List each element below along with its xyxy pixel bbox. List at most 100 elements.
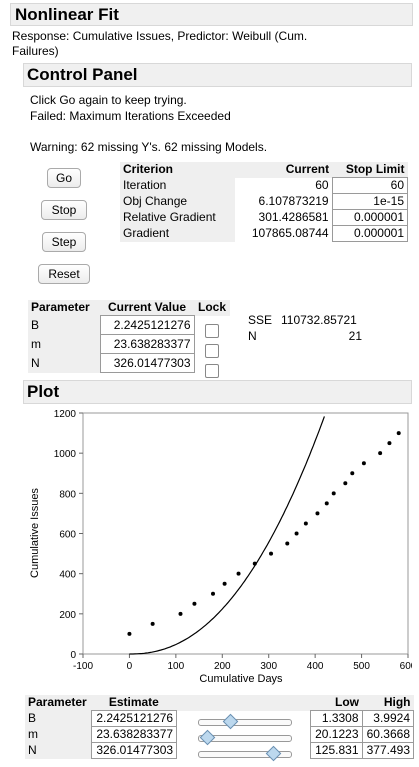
n-value: 21 (348, 329, 362, 343)
criterion-limit-input[interactable]: 1e-15 (331, 193, 409, 210)
parameter-table: Parameter Current Value Lock B 2.2425121… (28, 300, 230, 373)
go-button[interactable]: Go (47, 168, 81, 188)
criterion-limit-input[interactable]: 0.000001 (331, 225, 409, 242)
current-value-header: Current Value (100, 300, 194, 316)
criterion-limit-input[interactable]: 0.000001 (331, 209, 409, 226)
plot-title: Plot (27, 382, 60, 401)
parameter-value-input[interactable]: 23.638283377 (99, 334, 195, 354)
criterion-name: Relative Gradient (120, 209, 236, 226)
estimate-input[interactable]: 326.01477303 (90, 742, 178, 759)
parameter-name: N (28, 353, 100, 373)
data-point (269, 551, 274, 556)
data-point (343, 481, 348, 486)
x-tick-label: 0 (127, 661, 133, 672)
estimate-input[interactable]: 23.638283377 (90, 726, 178, 743)
table-row: Obj Change 6.107873219 1e-15 (120, 193, 409, 210)
y-tick-label: 600 (59, 530, 76, 541)
high-input[interactable]: 3.9924 (361, 710, 415, 727)
parameter-name: N (25, 742, 92, 759)
sse-value: 110732.85721 (281, 313, 357, 327)
criterion-current: 60 (315, 178, 329, 192)
y-tick-label: 1200 (54, 409, 77, 420)
lock-checkbox-n[interactable] (205, 364, 219, 378)
n-label: N (248, 329, 257, 343)
table-row: Gradient 107865.08744 0.000001 (120, 225, 409, 242)
data-point (127, 631, 132, 636)
low-input[interactable]: 125.831 (310, 742, 363, 759)
response-line-2: Failures) (12, 44, 59, 58)
parameter-name: m (25, 726, 92, 743)
data-point (303, 521, 308, 526)
estimate-slider[interactable] (198, 719, 292, 726)
data-point (315, 511, 320, 516)
data-point (387, 441, 392, 446)
status-message-2: Failed: Maximum Iterations Exceeded (30, 109, 231, 123)
y-tick-label: 400 (59, 570, 76, 581)
estimate-table: Parameter Estimate Low High B 2.24251212… (25, 695, 415, 759)
report-title-text: Nonlinear Fit (15, 5, 119, 24)
stop-button[interactable]: Stop (41, 200, 87, 220)
high-header: High (362, 695, 414, 711)
lock-checkbox-m[interactable] (205, 344, 219, 358)
table-row: Relative Gradient 301.4286581 0.000001 (120, 209, 409, 226)
data-point (178, 611, 183, 616)
data-point (331, 491, 336, 496)
x-tick-label: 500 (353, 661, 370, 672)
control-panel-header[interactable]: Control Panel (23, 63, 412, 87)
reset-button[interactable]: Reset (38, 264, 90, 284)
criterion-name: Iteration (120, 177, 236, 194)
data-point (378, 451, 383, 456)
data-point (396, 431, 401, 436)
data-point (211, 591, 215, 596)
table-row: N 326.01477303 (28, 353, 230, 373)
control-panel-title: Control Panel (27, 65, 138, 84)
data-point (294, 531, 299, 536)
response-line-1: Response: Cumulative Issues, Predictor: … (12, 29, 308, 43)
lock-checkbox-b[interactable] (205, 324, 219, 338)
current-header: Current (235, 162, 333, 178)
table-row: B 2.2425121276 (28, 315, 230, 335)
parameter-value-input[interactable]: 326.01477303 (99, 353, 195, 373)
parameter-header: Parameter (25, 695, 92, 711)
plot-header[interactable]: Plot (23, 380, 412, 404)
nonlinear-fit-plot: -100010020030040050060002004006008001000… (29, 409, 412, 685)
low-input[interactable]: 1.3308 (310, 710, 363, 727)
step-button[interactable]: Step (42, 232, 86, 252)
slider-header (176, 695, 311, 711)
table-row: Iteration 60 60 (120, 177, 409, 194)
data-point (350, 471, 355, 476)
plot-frame (82, 412, 409, 655)
y-tick-label: 0 (70, 650, 76, 661)
data-point (192, 601, 197, 606)
status-message-1: Click Go again to keep trying. (30, 93, 187, 107)
estimate-header: Estimate (91, 695, 177, 711)
x-tick-label: 300 (260, 661, 277, 672)
high-input[interactable]: 60.3668 (361, 726, 415, 743)
criterion-name: Obj Change (120, 193, 236, 210)
criterion-header: Criterion (120, 162, 236, 178)
x-tick-label: 400 (307, 661, 324, 672)
parameter-name: m (28, 334, 100, 354)
parameter-value-input[interactable]: 2.2425121276 (99, 315, 195, 335)
parameter-header: Parameter (28, 300, 100, 316)
x-tick-label: 600 (400, 661, 412, 672)
data-point (252, 561, 257, 566)
report-title[interactable]: Nonlinear Fit (10, 3, 413, 26)
data-point (361, 461, 366, 466)
y-axis-label: Cumulative Issues (29, 488, 41, 578)
data-point (222, 581, 227, 586)
table-row: m 23.638283377 (28, 334, 230, 354)
data-point (285, 541, 290, 546)
high-input[interactable]: 377.493 (361, 742, 415, 759)
criterion-current: 301.4286581 (258, 210, 329, 224)
low-input[interactable]: 20.1223 (310, 726, 363, 743)
x-tick-label: -100 (73, 661, 93, 672)
parameter-name: B (25, 710, 92, 727)
criterion-table: Criterion Current Stop Limit Iteration 6… (120, 162, 409, 242)
y-tick-label: 200 (59, 610, 76, 621)
data-point (236, 571, 241, 576)
criterion-limit-input[interactable]: 60 (331, 177, 409, 194)
lock-header: Lock (194, 300, 230, 316)
data-point (324, 501, 329, 506)
estimate-input[interactable]: 2.2425121276 (90, 710, 178, 727)
